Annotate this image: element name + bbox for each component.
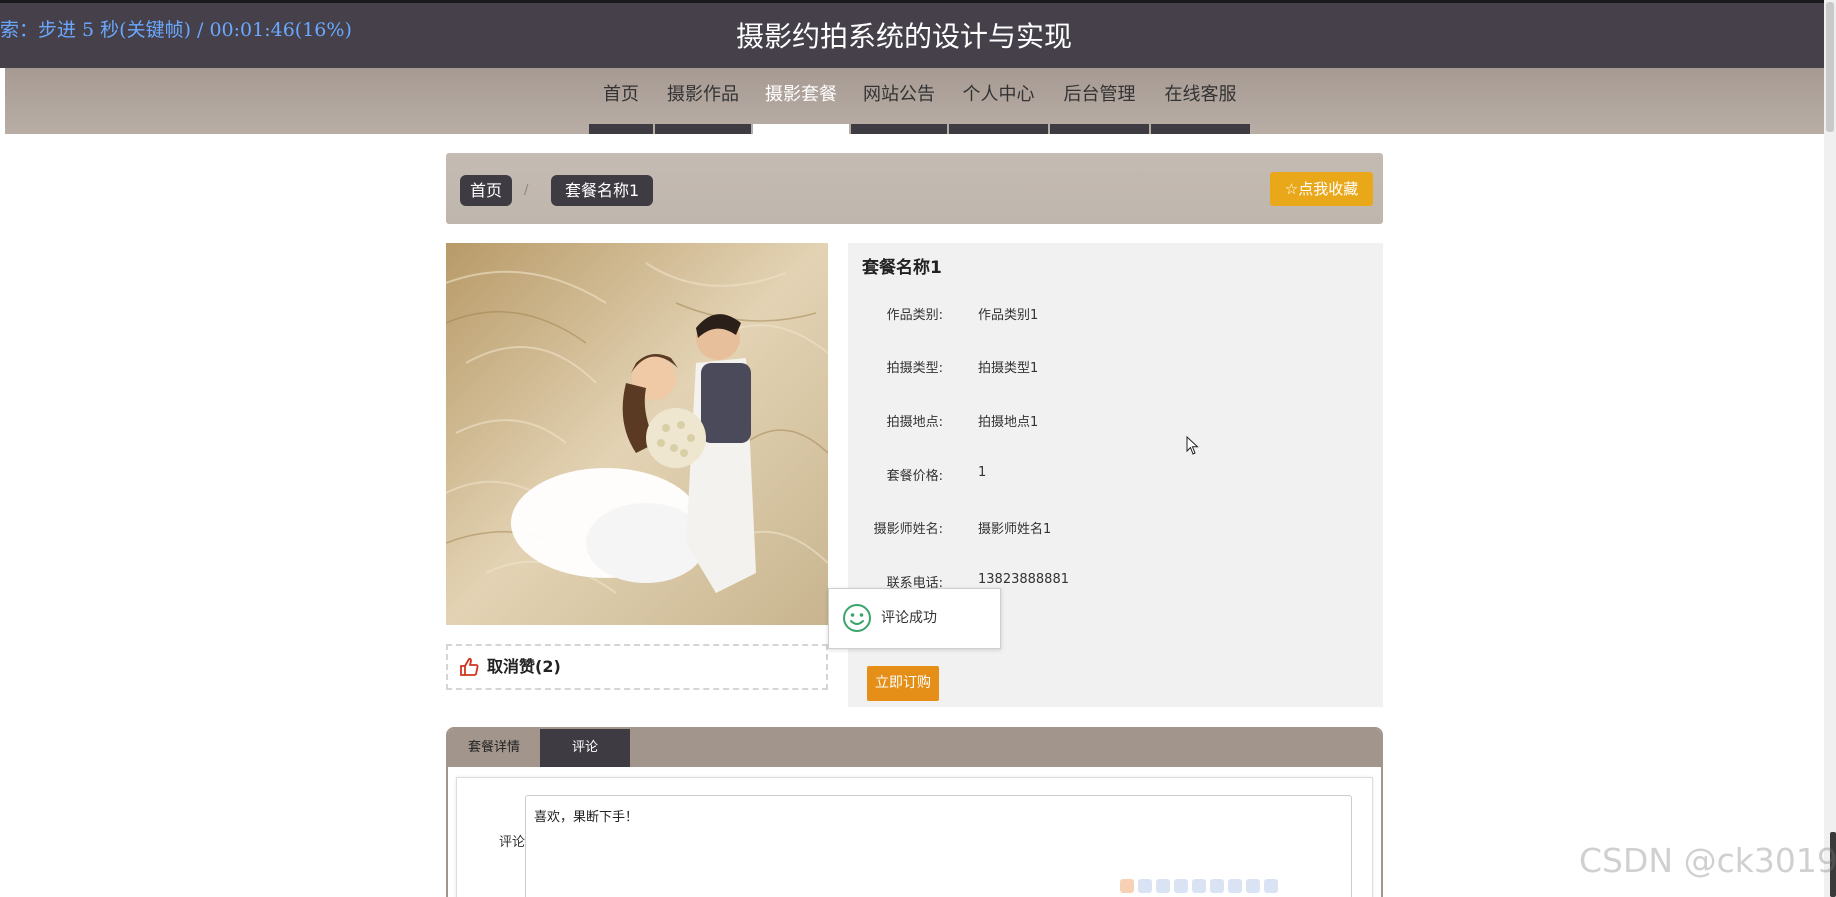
ime-logo-icon[interactable]	[1120, 879, 1134, 893]
nav-item-4[interactable]: 个人中心	[948, 68, 1049, 134]
toast-message: 评论成功	[881, 610, 937, 626]
info-value: 1	[978, 465, 987, 480]
nav-item-underline	[1050, 124, 1149, 134]
scrollbar-thumb[interactable]	[1826, 2, 1834, 132]
nav-item-0[interactable]: 首页	[588, 68, 654, 134]
nav-item-label: 摄影套餐	[765, 84, 837, 105]
comment-label: 评论	[498, 835, 525, 850]
nav-item-3[interactable]: 网站公告	[850, 68, 948, 134]
page: 摄影约拍系统的设计与实现 索：步进 5 秒(关键帧) / 00:01:46(16…	[0, 0, 1836, 897]
nav-item-2[interactable]: 摄影套餐	[752, 68, 850, 134]
nav-item-label: 首页	[603, 84, 639, 105]
couple-photo-image	[446, 243, 828, 625]
nav-item-1[interactable]: 摄影作品	[654, 68, 752, 134]
info-label: 作品类别:	[886, 308, 943, 323]
ime-settings-icon[interactable]	[1264, 879, 1278, 893]
success-toast: 评论成功	[828, 588, 1001, 649]
ime-keyboard-icon[interactable]	[1192, 879, 1206, 893]
csdn-watermark: CSDN @ck3019	[1579, 841, 1836, 880]
tab-panel: 套餐详情 评论 评论	[446, 727, 1383, 897]
favorite-button[interactable]: ☆点我收藏	[1270, 172, 1373, 206]
tab-comments[interactable]: 评论	[540, 729, 630, 767]
breadcrumb-current[interactable]: 套餐名称1	[551, 175, 654, 206]
package-photo	[446, 243, 828, 625]
info-value: 作品类别1	[978, 308, 1039, 323]
breadcrumb: 首页 / 套餐名称1 ☆点我收藏	[446, 153, 1383, 224]
ime-moon-icon[interactable]	[1156, 879, 1170, 893]
buy-now-button[interactable]: 立即订购	[867, 666, 939, 701]
info-label: 套餐价格:	[886, 469, 943, 484]
nav-item-underline	[949, 124, 1048, 134]
ime-skin-icon[interactable]	[1246, 879, 1260, 893]
breadcrumb-home[interactable]: 首页	[460, 175, 513, 206]
ime-user-icon[interactable]	[1210, 879, 1224, 893]
video-player-status-overlay: 索：步进 5 秒(关键帧) / 00:01:46(16%)	[0, 19, 352, 41]
info-label: 拍摄类型:	[886, 361, 943, 376]
nav-item-underline	[851, 124, 947, 134]
package-title: 套餐名称1	[862, 258, 942, 278]
nav-item-label: 在线客服	[1164, 84, 1237, 105]
nav-item-underline	[753, 124, 849, 134]
info-label: 拍摄地点:	[886, 415, 943, 430]
ime-simplified-icon[interactable]	[1228, 879, 1242, 893]
like-label: 取消赞(2)	[487, 657, 561, 676]
info-value: 拍摄类型1	[978, 361, 1039, 376]
nav-item-label: 摄影作品	[667, 84, 739, 105]
nav-item-5[interactable]: 后台管理	[1049, 68, 1150, 134]
nav-item-underline	[589, 124, 653, 134]
info-value: 拍摄地点1	[978, 415, 1039, 430]
tab-package-details[interactable]: 套餐详情	[448, 729, 540, 767]
info-value: 摄影师姓名1	[978, 522, 1052, 537]
ime-toolbar[interactable]	[1120, 879, 1278, 895]
ime-chinese-mode-icon[interactable]	[1138, 879, 1152, 893]
nav-item-label: 网站公告	[863, 84, 935, 105]
breadcrumb-separator: /	[524, 183, 529, 198]
ime-punctuation-icon[interactable]	[1174, 879, 1188, 893]
info-value: 13823888881	[978, 572, 1069, 587]
nav-item-6[interactable]: 在线客服	[1150, 68, 1251, 134]
scrollbar-track[interactable]	[1824, 0, 1836, 897]
nav-item-underline	[655, 124, 751, 134]
thumbs-up-icon	[460, 657, 479, 676]
smile-icon	[843, 604, 871, 632]
nav-item-underline	[1151, 124, 1250, 134]
tab-bar: 套餐详情 评论	[448, 729, 1381, 767]
top-header: 摄影约拍系统的设计与实现 索：步进 5 秒(关键帧) / 00:01:46(16…	[0, 0, 1836, 68]
mouse-cursor-icon	[1186, 436, 1199, 455]
info-label: 摄影师姓名:	[873, 522, 943, 537]
like-toggle[interactable]: 取消赞(2)	[446, 644, 828, 690]
nav-items: 首页 摄影作品 摄影套餐 网站公告 个人中心 后台管理 在线客服	[588, 68, 1251, 134]
nav-item-label: 个人中心	[962, 84, 1035, 105]
main-nav: 首页 摄影作品 摄影套餐 网站公告 个人中心 后台管理 在线客服	[5, 68, 1824, 134]
nav-item-label: 后台管理	[1063, 84, 1136, 105]
